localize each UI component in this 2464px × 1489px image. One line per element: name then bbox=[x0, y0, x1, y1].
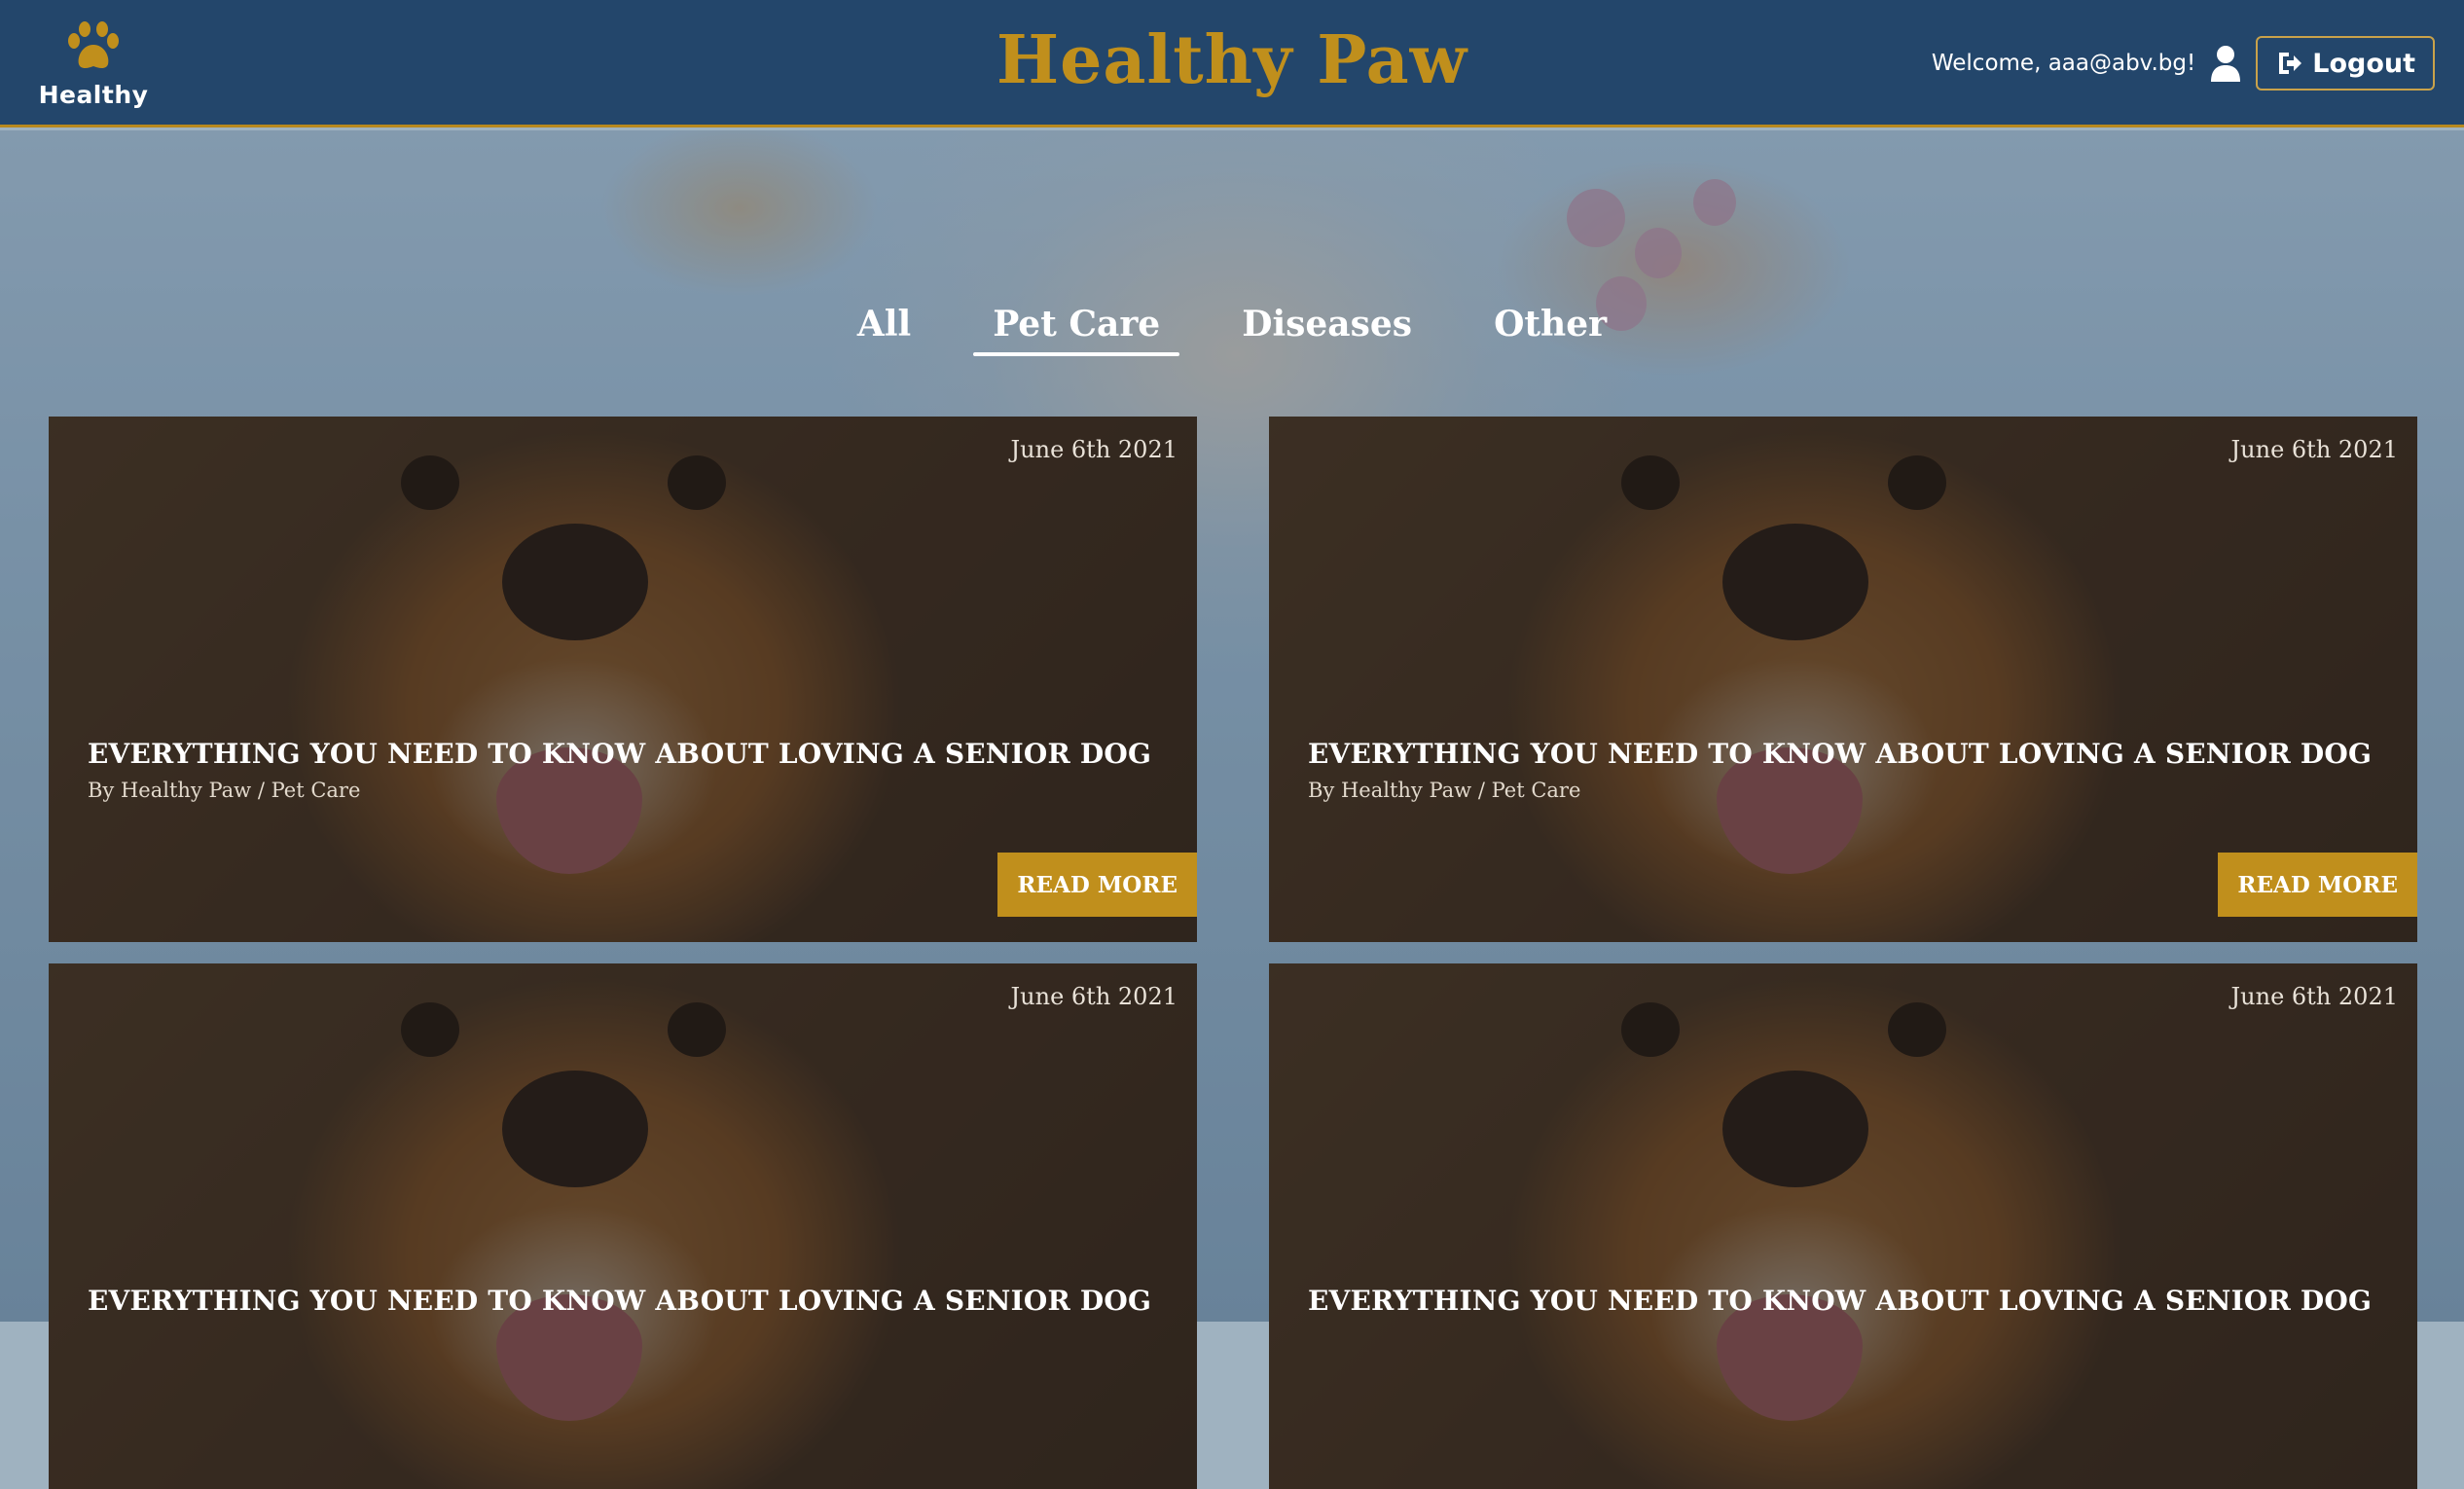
read-more-button[interactable]: READ MORE bbox=[2218, 853, 2417, 917]
post-title[interactable]: EVERYTHING YOU NEED TO KNOW ABOUT LOVING… bbox=[88, 1285, 1151, 1317]
user-icon[interactable] bbox=[2209, 45, 2242, 82]
post-image-overlay bbox=[49, 963, 1197, 1489]
logout-button[interactable]: Logout bbox=[2256, 36, 2435, 91]
post-title[interactable]: EVERYTHING YOU NEED TO KNOW ABOUT LOVING… bbox=[1308, 738, 2372, 770]
post-title[interactable]: EVERYTHING YOU NEED TO KNOW ABOUT LOVING… bbox=[1308, 1285, 2372, 1317]
post-card: June 6th 2021 EVERYTHING YOU NEED TO KNO… bbox=[49, 417, 1197, 942]
brand-label: Healthy bbox=[38, 81, 149, 109]
post-date: June 6th 2021 bbox=[1010, 436, 1178, 463]
post-meta: By Healthy Paw / Pet Care bbox=[88, 779, 360, 802]
post-image-overlay bbox=[1269, 963, 2417, 1489]
post-meta-separator: / bbox=[257, 779, 265, 802]
logout-label: Logout bbox=[2312, 48, 2415, 79]
post-meta-separator: / bbox=[1477, 779, 1485, 802]
post-title[interactable]: EVERYTHING YOU NEED TO KNOW ABOUT LOVING… bbox=[88, 738, 1151, 770]
post-date: June 6th 2021 bbox=[1010, 983, 1178, 1010]
post-date: June 6th 2021 bbox=[2230, 436, 2398, 463]
post-category[interactable]: Pet Care bbox=[1492, 779, 1581, 802]
post-card: June 6th 2021 EVERYTHING YOU NEED TO KNO… bbox=[1269, 963, 2417, 1489]
category-tab-diseases[interactable]: Diseases bbox=[1222, 304, 1431, 356]
post-card: June 6th 2021 EVERYTHING YOU NEED TO KNO… bbox=[1269, 417, 2417, 942]
post-date: June 6th 2021 bbox=[2230, 983, 2398, 1010]
category-tab-all[interactable]: All bbox=[838, 304, 930, 356]
welcome-text: Welcome, aaa@abv.bg! bbox=[1931, 51, 2196, 76]
post-category[interactable]: Pet Care bbox=[272, 779, 361, 802]
post-author: By Healthy Paw bbox=[88, 779, 252, 802]
category-filter-nav: All Pet Care Diseases Other bbox=[0, 304, 2464, 356]
top-navbar: Healthy Healthy Paw Welcome, aaa@abv.bg!… bbox=[0, 0, 2464, 127]
read-more-button[interactable]: READ MORE bbox=[997, 853, 1197, 917]
logout-icon bbox=[2275, 50, 2302, 77]
paw-icon bbox=[65, 21, 122, 77]
category-tab-other[interactable]: Other bbox=[1474, 304, 1626, 356]
user-area: Welcome, aaa@abv.bg! Logout bbox=[1932, 35, 2435, 91]
category-tab-pet-care[interactable]: Pet Care bbox=[973, 304, 1180, 356]
post-card: June 6th 2021 EVERYTHING YOU NEED TO KNO… bbox=[49, 963, 1197, 1489]
post-author: By Healthy Paw bbox=[1308, 779, 1472, 802]
post-meta: By Healthy Paw / Pet Care bbox=[1308, 779, 1580, 802]
brand-logo-link[interactable]: Healthy bbox=[39, 21, 148, 109]
